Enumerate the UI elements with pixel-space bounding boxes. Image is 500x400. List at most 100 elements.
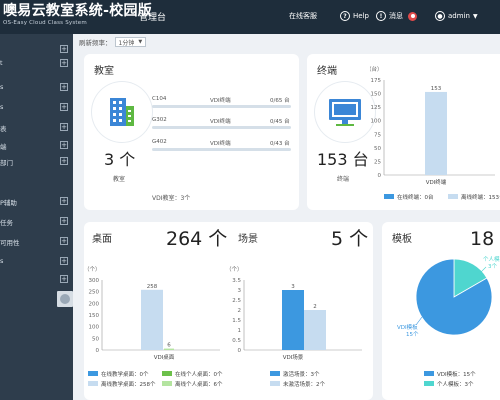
- terminal-caption: 终端: [337, 176, 350, 183]
- data-label: 153: [431, 86, 442, 92]
- pie-label: 个人模板: [483, 255, 500, 263]
- refresh-select[interactable]: 1分钟 ▼: [114, 37, 146, 47]
- y-tick-label: 3: [238, 288, 242, 294]
- x-tick-label: VDI桌面: [154, 353, 175, 361]
- room-row[interactable]: G302 VDI终端 0/45 台: [152, 117, 291, 133]
- legend-label: 在线教学桌面：0个: [101, 370, 149, 378]
- expand-icon: +: [60, 59, 68, 67]
- user-menu[interactable]: ● admin ▼: [435, 11, 478, 21]
- legend-label: 在线个人桌面：0个: [175, 370, 223, 378]
- y-tick-label: 1: [238, 328, 242, 334]
- legend-swatch: [88, 381, 98, 386]
- scene-chart: （个） 3.5 3 2.5 2 1.5 1 0.5 0 3 2 VDI场景激活场景：3个未激活场景：2…: [228, 266, 362, 388]
- y-tick-label: 3.5: [232, 278, 241, 284]
- expand-icon: +: [60, 45, 68, 53]
- messages-label: 消息: [389, 12, 403, 20]
- expand-icon: +: [60, 197, 68, 205]
- sidebar-item[interactable]: +: [0, 272, 73, 288]
- y-tick-label: 100: [371, 119, 382, 125]
- help-link[interactable]: ? Help: [340, 11, 369, 21]
- x-tick-label: VDI场景: [283, 353, 304, 361]
- sidebar-item[interactable]: s +: [0, 80, 73, 96]
- room-row[interactable]: C104 VDI终端 0/65 台: [152, 96, 291, 112]
- classroom-footer: VDI教室：3个: [152, 195, 191, 202]
- app-title: 噢易云教室系统-校园版: [3, 3, 153, 19]
- classroom-count: 3 个: [104, 150, 136, 169]
- room-name: G402: [152, 139, 167, 145]
- message-badge-icon: [408, 11, 417, 21]
- message-icon: !: [376, 11, 386, 21]
- user-name: admin: [448, 12, 470, 20]
- brand: 噢易云教室系统-校园版 OS-Easy Cloud Class System: [3, 3, 152, 26]
- legend-swatch: [270, 371, 280, 376]
- pie-label: VDI模板: [397, 323, 418, 331]
- sidebar-item[interactable]: 端 +: [0, 138, 73, 154]
- sidebar-item-label: 任务: [0, 219, 13, 227]
- room-type: VDI终端: [210, 119, 231, 125]
- sidebar-item-label: 端: [0, 143, 7, 151]
- chevron-down-icon: ▼: [472, 12, 478, 20]
- y-tick-label: 2: [238, 308, 242, 314]
- sidebar-item-label: s: [0, 103, 4, 111]
- y-tick-label: 100: [89, 325, 100, 331]
- expand-icon: +: [60, 103, 68, 111]
- y-tick-label: 300: [89, 278, 100, 284]
- bar: [164, 348, 174, 350]
- help-icon: ?: [340, 11, 350, 21]
- legend-swatch: [162, 381, 172, 386]
- legend-swatch: [424, 371, 434, 376]
- expand-icon: +: [60, 141, 68, 149]
- y-tick-label: 200: [89, 301, 100, 307]
- messages-link[interactable]: ! 消息: [376, 11, 417, 21]
- bar: [425, 91, 447, 175]
- terminal-chart: （台） 175 150 125 100 75 50 25 0 153 VDI终端在线终端：0台 离线终…: [370, 65, 500, 201]
- online-service-label: 在线客服: [289, 12, 317, 20]
- refresh-value: 1分钟: [118, 39, 135, 47]
- y-tick-label: 0: [96, 348, 100, 354]
- monitor-icon: [329, 99, 361, 126]
- y-tick-label: 25: [374, 159, 381, 165]
- room-usage: 0/65 台: [270, 98, 290, 104]
- refresh-label: 刷新频率：: [79, 39, 112, 47]
- template-title: 模板: [392, 234, 412, 245]
- sidebar-item[interactable]: s +: [0, 254, 73, 270]
- legend-swatch: [162, 371, 172, 376]
- room-row[interactable]: G402 VDI终端 0/43 台: [152, 139, 291, 155]
- sidebar-item[interactable]: t +: [0, 56, 73, 72]
- expand-icon: +: [60, 123, 68, 131]
- y-tick-label: 50: [374, 146, 381, 152]
- pie-label: 15个: [406, 331, 419, 338]
- data-label: 6: [167, 343, 171, 349]
- sidebar-item[interactable]: 部门 +: [0, 154, 73, 170]
- expand-icon: +: [60, 83, 68, 91]
- sidebar: + t + s + s + 表 + 端 + 部门 + P辅助 + 任务 + 可用性 + s + +: [0, 34, 73, 400]
- pie-leader-line: [415, 316, 423, 326]
- sidebar-item-label: t: [0, 59, 3, 67]
- legend-label: 离线教学桌面：258个: [101, 380, 156, 388]
- sidebar-item-label: s: [0, 83, 4, 91]
- sidebar-item[interactable]: 表 +: [0, 120, 73, 136]
- classroom-title: 教室: [94, 66, 114, 77]
- sidebar-item-label: s: [0, 257, 4, 265]
- app-subtitle: OS-Easy Cloud Class System: [3, 20, 87, 26]
- terminal-icon: [315, 82, 375, 142]
- online-service-link[interactable]: 在线客服: [289, 11, 317, 21]
- legend-swatch: [384, 194, 394, 199]
- room-name: G302: [152, 117, 167, 123]
- sidebar-item[interactable]: P辅助 +: [0, 194, 73, 210]
- chevron-down-icon: ▼: [138, 39, 143, 45]
- sidebar-item[interactable]: s +: [0, 100, 73, 116]
- desktop-title: 桌面: [92, 234, 112, 245]
- help-label: Help: [353, 12, 369, 20]
- y-tick-label: 0: [238, 348, 242, 354]
- legend-swatch: [424, 381, 434, 386]
- sidebar-item[interactable]: 任务 +: [0, 214, 73, 230]
- sidebar-collapse-button[interactable]: [57, 291, 73, 307]
- legend-label: 激活场景：3个: [283, 370, 320, 378]
- room-usage-bar: [152, 126, 291, 129]
- sidebar-item-label: P辅助: [0, 199, 17, 207]
- bar: [141, 289, 163, 350]
- legend-label: 未激活场景：2个: [283, 380, 325, 388]
- expand-icon: +: [60, 217, 68, 225]
- sidebar-item[interactable]: 可用性 +: [0, 234, 73, 250]
